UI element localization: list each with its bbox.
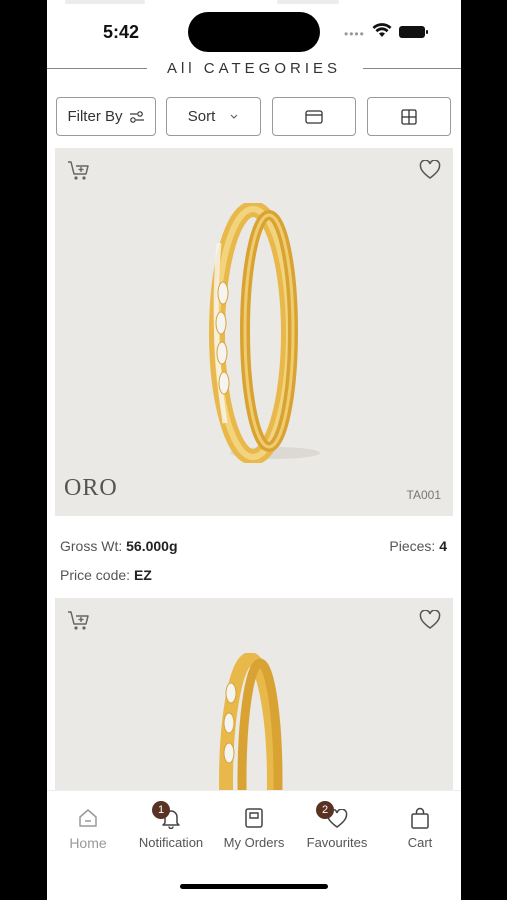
signal-icon: •••• [344, 27, 365, 41]
product-code: TA001 [406, 488, 441, 502]
dynamic-island [188, 12, 320, 52]
add-to-cart-icon[interactable] [67, 160, 91, 182]
app-screen: 5:42 •••• All CATEGORIES Filter By Sort [47, 0, 461, 900]
orders-icon [245, 808, 263, 828]
card-view-icon [305, 109, 323, 124]
favourite-icon[interactable] [419, 160, 441, 180]
battery-icon [399, 26, 428, 38]
price-code: Price code: EZ [60, 567, 152, 583]
top-edge-indicator [277, 0, 339, 4]
status-bar: 5:42 •••• [47, 0, 461, 56]
top-edge-indicator [65, 0, 145, 4]
nav-my-orders-label: My Orders [223, 835, 285, 850]
sort-label: Sort [187, 108, 216, 125]
nav-notification-label: Notification [138, 835, 204, 850]
nav-home-label: Home [69, 835, 107, 851]
price-code-label: Price code: [60, 567, 131, 583]
brand-logo: ORO [64, 475, 118, 501]
sliders-icon [129, 110, 144, 123]
pieces-value: 4 [439, 538, 447, 554]
toolbar: Filter By Sort [56, 97, 452, 136]
bag-icon [411, 807, 429, 829]
nav-notification[interactable]: 1 Notification [130, 801, 212, 850]
favourite-icon[interactable] [419, 610, 441, 630]
nav-home[interactable]: Home [47, 803, 129, 851]
gross-weight-value: 56.000g [126, 538, 178, 554]
pieces-label: Pieces: [389, 538, 436, 554]
page-title: All CATEGORIES [166, 60, 342, 77]
nav-favourites-label: Favourites [306, 835, 368, 850]
grid-icon [401, 108, 417, 125]
home-icon [79, 809, 97, 827]
bangle-image [209, 203, 320, 463]
wifi-icon [372, 23, 392, 37]
gross-weight-label: Gross Wt: [60, 538, 123, 554]
home-indicator[interactable] [180, 884, 328, 889]
list-view-button[interactable] [272, 97, 356, 136]
gross-weight: Gross Wt: 56.000g [60, 538, 178, 554]
nav-my-orders[interactable]: My Orders [213, 803, 295, 850]
notification-badge: 1 [152, 801, 170, 819]
chevron-down-icon [230, 114, 238, 119]
status-time: 5:42 [103, 22, 140, 42]
product-image[interactable] [55, 598, 453, 813]
nav-favourites[interactable]: 2 Favourites [296, 801, 378, 850]
pieces: Pieces: 4 [389, 538, 447, 554]
favourites-badge: 2 [316, 801, 334, 819]
filter-label: Filter By [67, 108, 123, 125]
sort-button[interactable]: Sort [166, 97, 261, 136]
grid-view-button[interactable] [367, 97, 451, 136]
add-to-cart-icon[interactable] [67, 610, 91, 632]
nav-cart[interactable]: Cart [379, 803, 461, 850]
filter-button[interactable]: Filter By [56, 97, 156, 136]
product-image[interactable]: ORO TA001 [55, 148, 453, 516]
price-code-value: EZ [133, 567, 152, 583]
nav-cart-label: Cart [407, 835, 433, 850]
page-header: All CATEGORIES [47, 56, 461, 84]
bangle-image [219, 653, 283, 813]
